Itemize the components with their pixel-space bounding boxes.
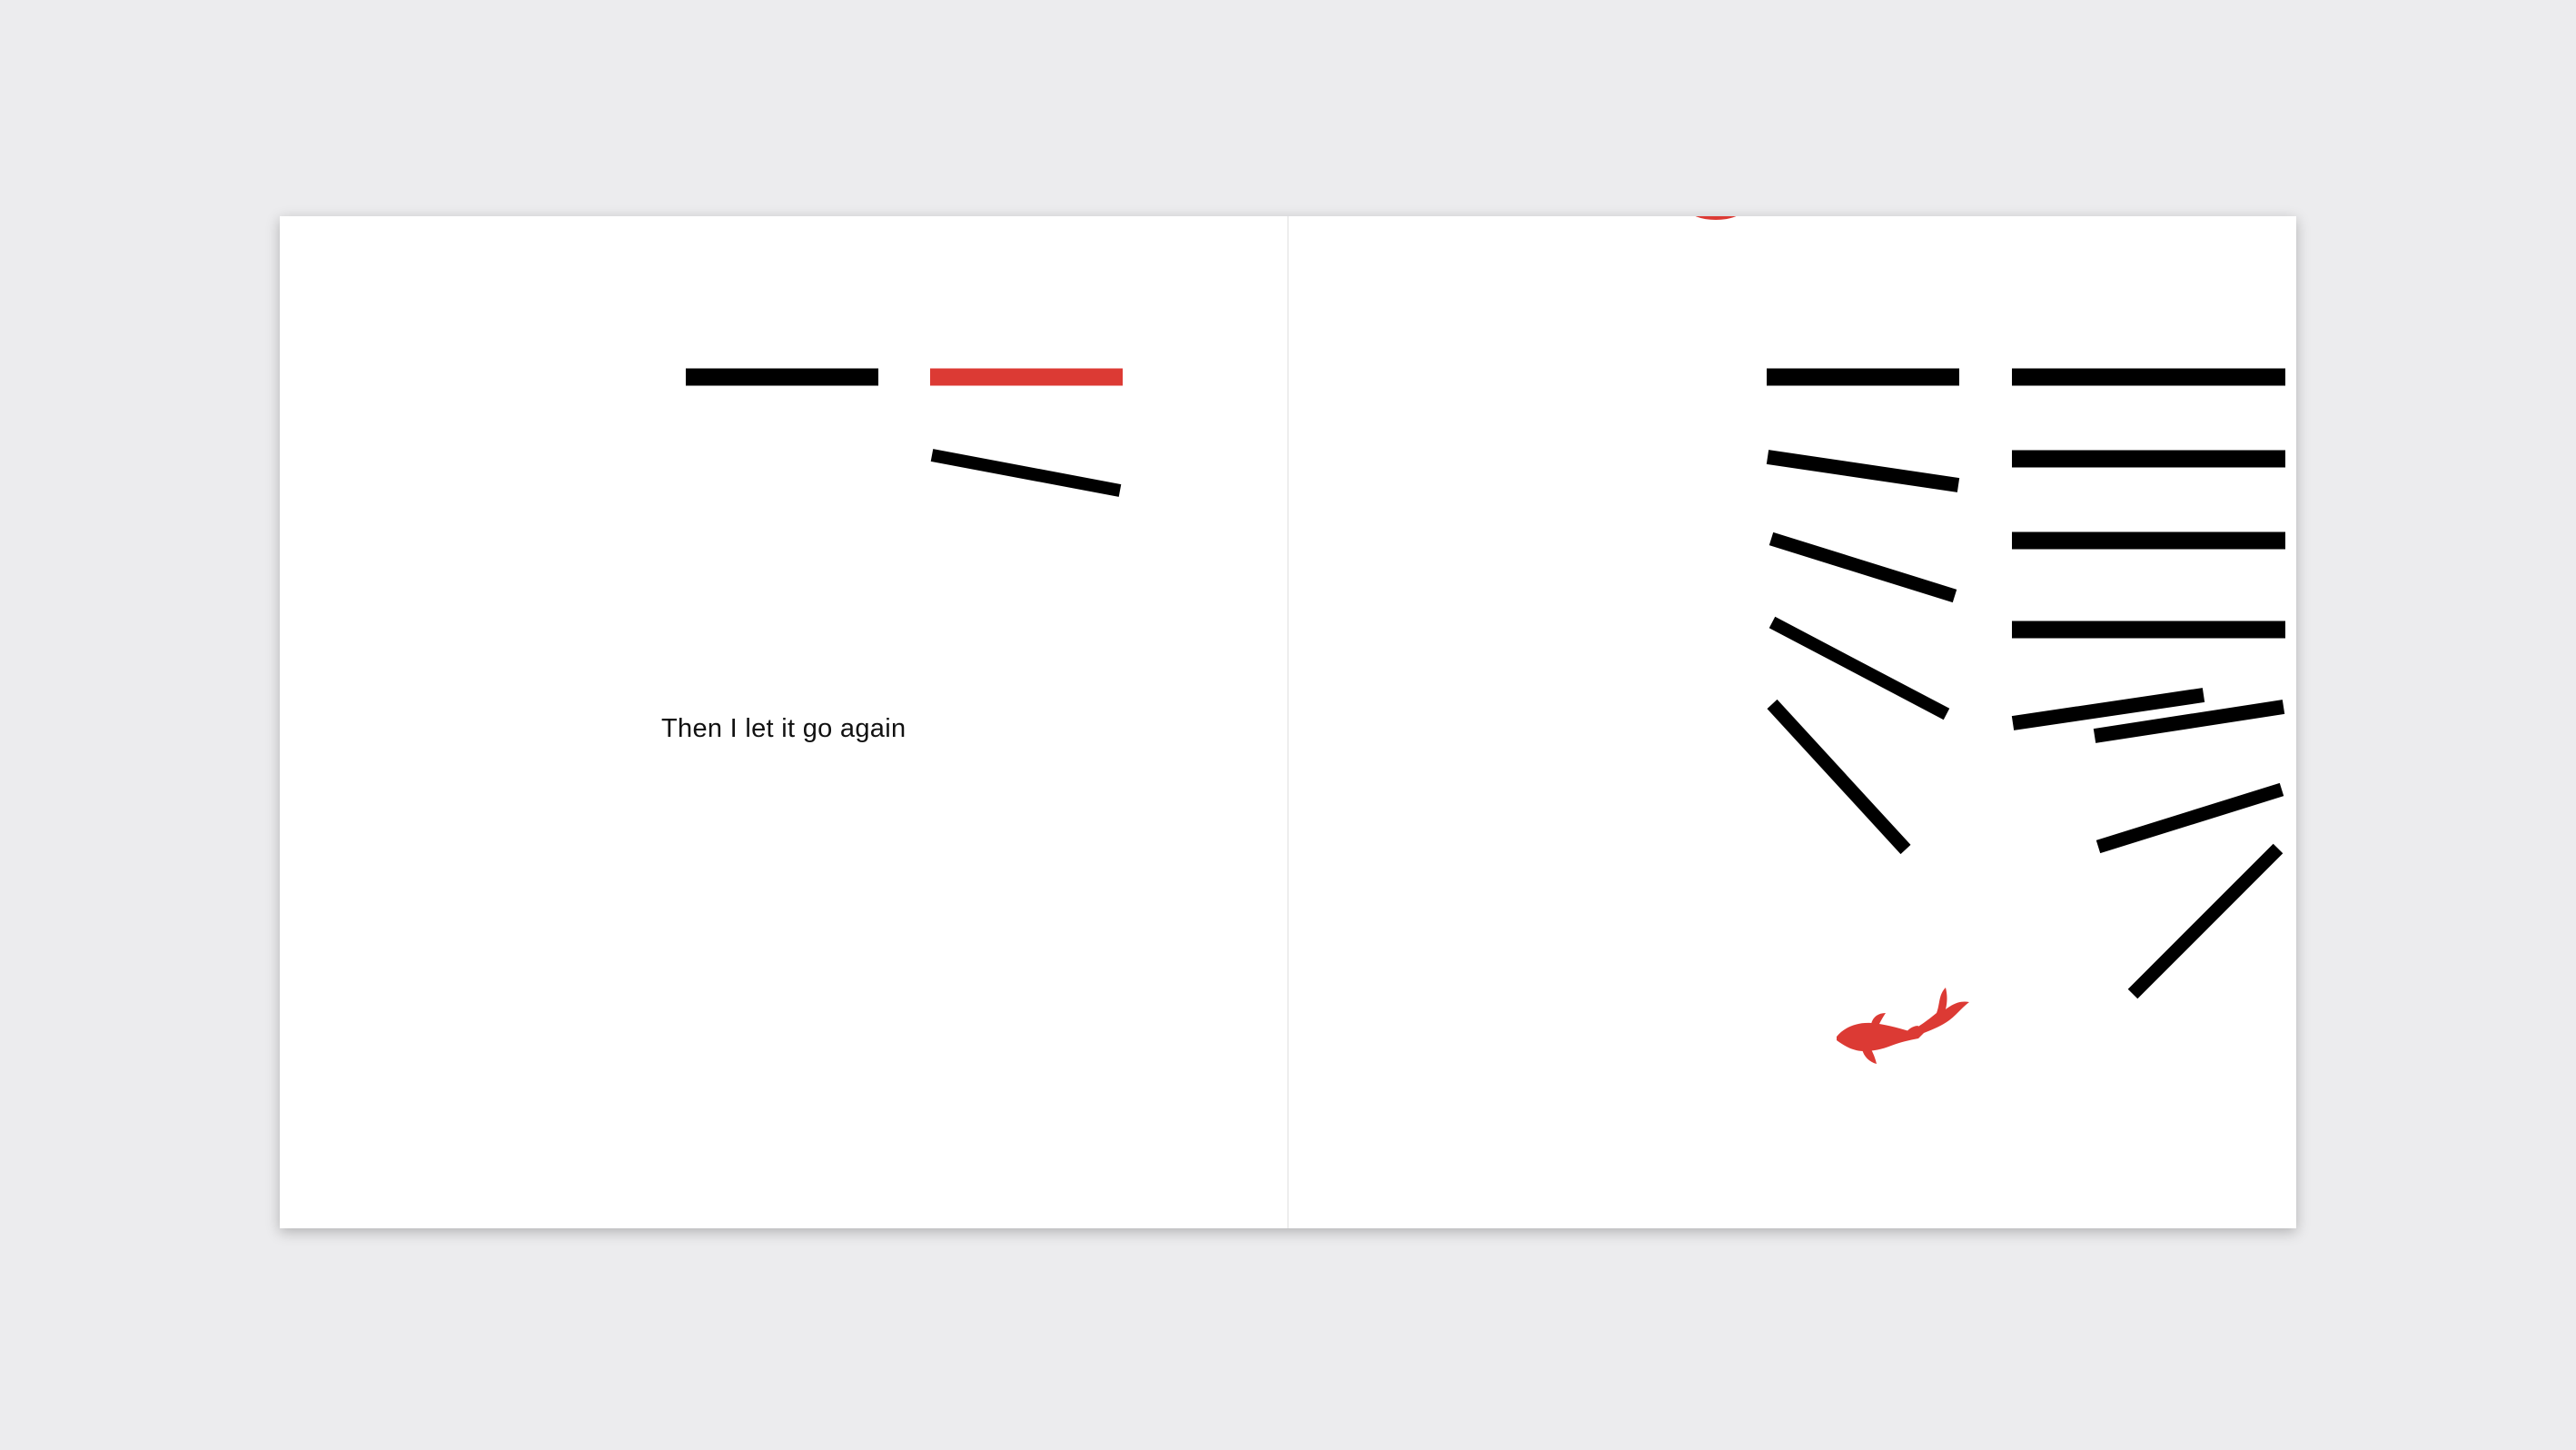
stroke-col1-2	[1766, 450, 1960, 492]
stroke-col3-7	[2127, 843, 2284, 999]
stroke-col3-6	[2095, 782, 2284, 854]
book-spread: Then I let it go again	[280, 216, 2296, 1228]
stroke-col1-5	[1767, 699, 1911, 855]
right-page	[1288, 216, 2296, 1228]
left-page: Then I let it go again	[280, 216, 1288, 1228]
koi-fish-icon	[1837, 988, 1969, 1064]
stroke-tilted	[930, 449, 1122, 497]
page-text: Then I let it go again	[661, 714, 907, 743]
right-page-strokes	[1695, 216, 2285, 1064]
red-circle-edge	[1695, 216, 1737, 220]
stroke-col1-3	[1769, 531, 1957, 603]
stroke-col1-4	[1769, 616, 1950, 720]
